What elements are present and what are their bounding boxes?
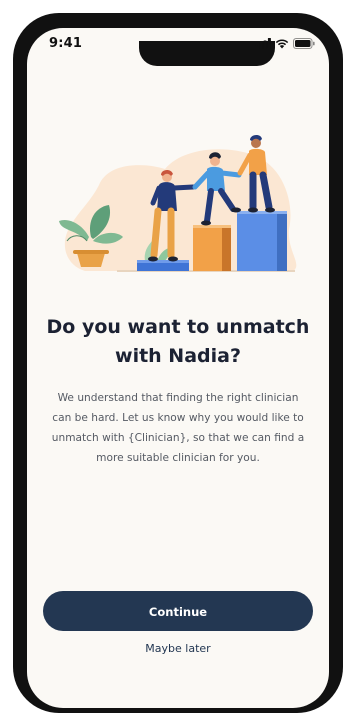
app-screen: 9:41 Do you want to unmatch with Nadia? …	[27, 28, 329, 708]
cellular-signal-icon	[255, 38, 271, 49]
continue-button[interactable]: Continue	[43, 591, 313, 631]
people-helping-each-other-climb-steps-illustration	[59, 134, 297, 272]
battery-icon	[293, 38, 315, 49]
dialog-title: Do you want to unmatch with Nadia?	[46, 316, 310, 367]
wifi-icon	[275, 39, 289, 49]
maybe-later-link[interactable]: Maybe later	[27, 642, 329, 655]
status-time: 9:41	[49, 36, 83, 51]
dialog-body: We understand that finding the right cli…	[51, 392, 305, 464]
status-icons	[255, 38, 315, 49]
